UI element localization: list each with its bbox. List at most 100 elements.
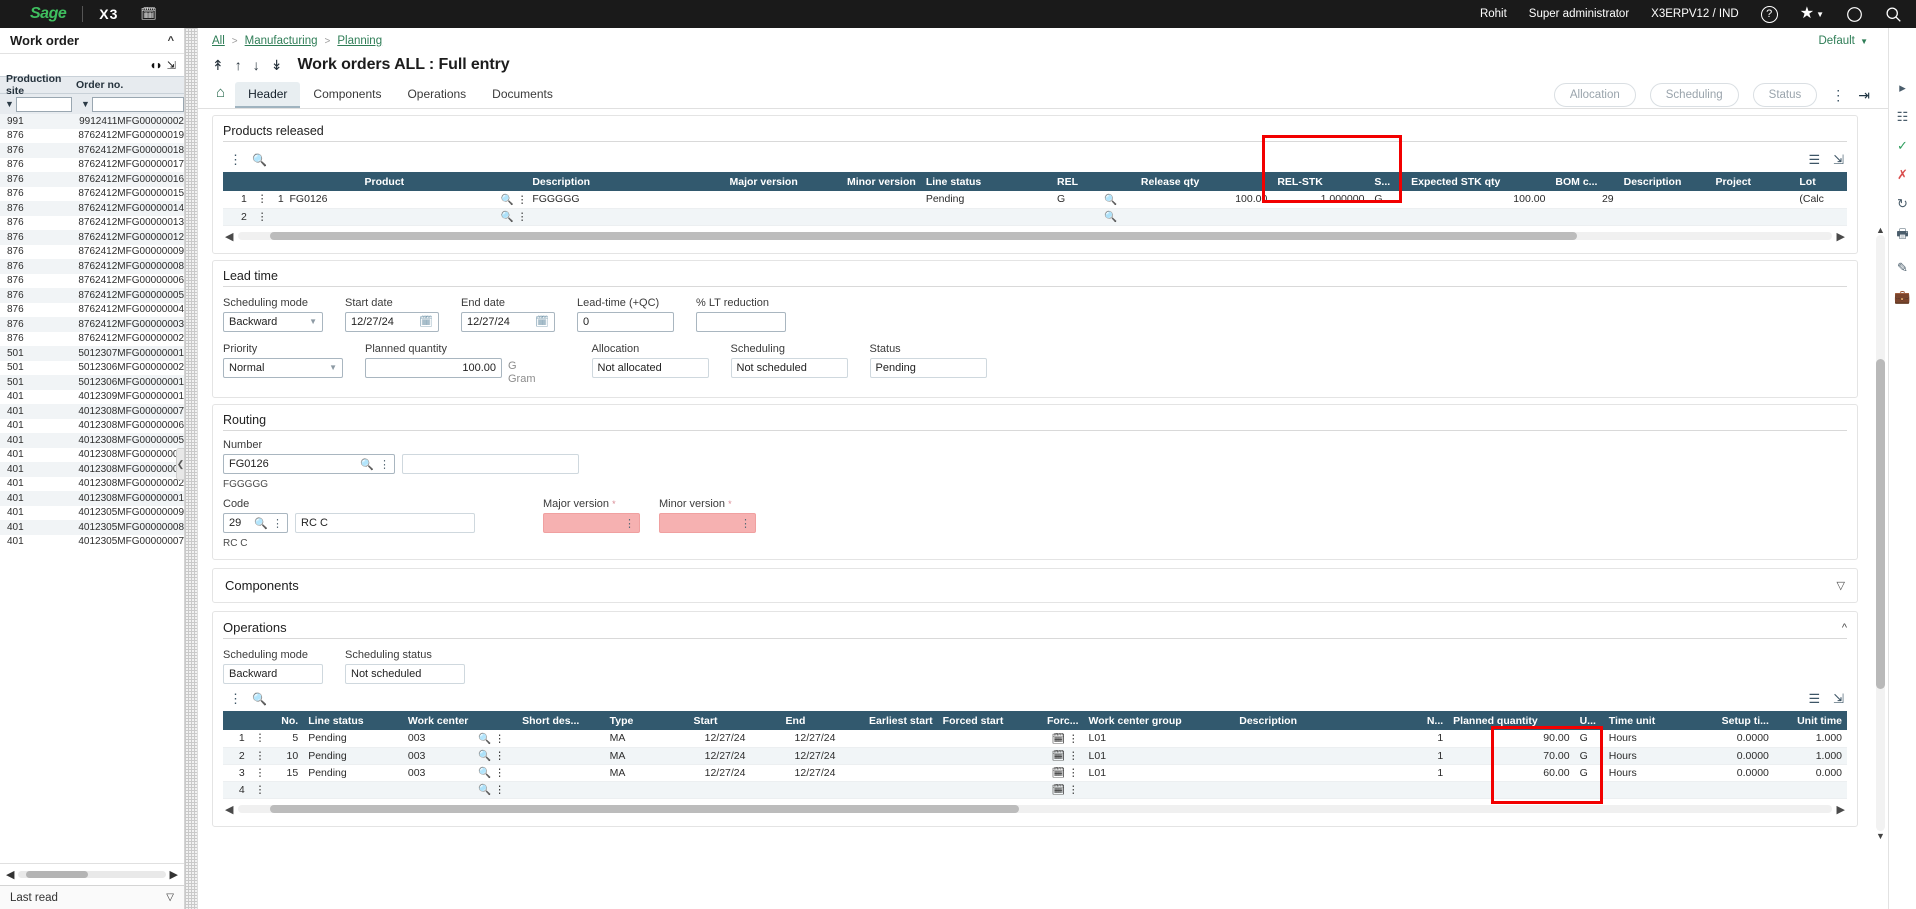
tab-documents[interactable]: Documents [479, 82, 566, 108]
routing-code-name-input[interactable]: RC C [295, 513, 475, 533]
column-header[interactable] [1099, 172, 1136, 191]
view-selector[interactable]: Default ▼ [1818, 35, 1868, 47]
calendar-icon[interactable]: 🗓 [140, 6, 157, 22]
routing-code-input[interactable]: 29 🔍 ⋮ [223, 513, 288, 533]
product-name[interactable]: X3 [99, 6, 118, 22]
row-menu-icon[interactable]: ⋮ [249, 764, 270, 782]
tab-operations[interactable]: Operations [394, 82, 479, 108]
list-item[interactable]: 401 4012308MFG00000007 [0, 404, 184, 419]
list-item[interactable]: 501 5012306MFG00000001 [0, 375, 184, 390]
filter-input-order-no[interactable] [91, 96, 184, 112]
calendar-icon[interactable]: 🗓 [419, 315, 433, 328]
column-header[interactable] [251, 172, 273, 191]
column-header[interactable]: Expected STK qty [1406, 172, 1551, 191]
previous-record-icon[interactable]: ↑ [235, 57, 242, 73]
list-icon[interactable]: ☷ [1897, 109, 1909, 125]
scroll-thumb[interactable] [270, 232, 1577, 240]
search-icon[interactable]: 🔍 [254, 517, 268, 530]
end-date-input[interactable]: 12/27/24 🗓 [461, 311, 555, 332]
column-header[interactable]: Work center [402, 711, 474, 730]
tab-components[interactable]: Components [300, 82, 394, 108]
scroll-right-icon[interactable]: ▶ [170, 868, 178, 881]
list-item[interactable]: 876 8762412MFG00000002 [0, 332, 184, 347]
scroll-right-icon[interactable]: ▶ [1837, 230, 1845, 243]
column-header[interactable]: Minor version [802, 172, 921, 191]
scroll-thumb[interactable] [270, 805, 1020, 813]
chevron-up-icon[interactable]: ^ [1842, 622, 1847, 634]
scheduling-input[interactable]: Not scheduled [730, 357, 848, 378]
column-header[interactable]: Start [660, 711, 751, 730]
planned-quantity-input[interactable]: 100.00 [365, 357, 502, 378]
forced-start-calendar-icon[interactable]: 🗓 ⋮ [1025, 730, 1084, 748]
filter-icon[interactable]: ▼ [0, 99, 16, 109]
column-header[interactable] [223, 711, 250, 730]
list-item[interactable]: 501 5012307MFG00000001 [0, 346, 184, 361]
column-header[interactable]: Product [272, 172, 496, 191]
search-icon[interactable]: 🔍 [252, 692, 267, 706]
rel-lookup-icon[interactable]: 🔍 [1099, 191, 1136, 209]
work-center-lookup-icon[interactable]: 🔍 ⋮ [473, 747, 518, 765]
list-item[interactable]: 401 4012305MFG00000008 [0, 520, 184, 535]
column-header[interactable]: Forced start [937, 711, 1026, 730]
star-icon[interactable]: ★ ▼ [1800, 6, 1824, 22]
allocation-button[interactable]: Allocation [1553, 83, 1636, 107]
last-record-icon[interactable]: ↡ [271, 57, 283, 74]
scroll-left-icon[interactable]: ◀ [225, 230, 233, 243]
components-section[interactable]: Components ▽ [212, 568, 1858, 603]
help-icon[interactable]: ? [1760, 5, 1778, 23]
operations-scheduling-mode-input[interactable]: Backward [223, 664, 323, 684]
start-date-input[interactable]: 12/27/24 🗓 [345, 311, 439, 332]
list-item[interactable]: 401 4012308MFG00000002 [0, 477, 184, 492]
column-header[interactable]: BOM c... [1550, 172, 1619, 191]
work-center-lookup-icon[interactable]: 🔍 ⋮ [473, 730, 518, 748]
column-header[interactable] [473, 711, 518, 730]
scroll-track[interactable] [18, 871, 166, 878]
column-header[interactable]: Type [604, 711, 661, 730]
scheduling-button[interactable]: Scheduling [1649, 83, 1739, 107]
list-item[interactable]: 876 8762412MFG00000015 [0, 187, 184, 202]
list-item[interactable]: 401 4012308MFG00000003 [0, 462, 184, 477]
kebab-menu-icon[interactable]: ⋮ [229, 691, 242, 707]
scroll-track[interactable] [238, 805, 1832, 813]
kebab-menu-icon[interactable]: ⋮ [379, 458, 390, 471]
list-item[interactable]: 876 8762412MFG00000019 [0, 129, 184, 144]
calendar-icon[interactable]: 🗓 [535, 315, 549, 328]
list-item[interactable]: 876 8762412MFG00000006 [0, 274, 184, 289]
column-header[interactable]: No. [269, 711, 304, 730]
table-row[interactable]: 1 ⋮ 5 Pending 003 🔍 ⋮ MA 12/27/24 12/27/24 🗓 ⋮ L01… [223, 730, 1847, 748]
column-header[interactable]: S... [1369, 172, 1407, 191]
list-item[interactable]: 991 9912411MFG00000002 [0, 114, 184, 129]
column-header[interactable]: Forc... [1025, 711, 1084, 730]
exit-icon[interactable]: ⇥ [1858, 87, 1870, 104]
routing-major-version-input[interactable]: ⋮ [543, 513, 640, 533]
scroll-down-icon[interactable]: ▼ [1876, 831, 1885, 841]
list-item[interactable]: 401 4012308MFG00000004 [0, 448, 184, 463]
lead-time-qc-input[interactable]: 0 [577, 311, 674, 332]
list-item[interactable]: 876 8762412MFG00000008 [0, 259, 184, 274]
column-header[interactable]: End [750, 711, 841, 730]
column-header[interactable]: Short des... [517, 711, 605, 730]
scroll-track[interactable] [1876, 235, 1885, 831]
endpoint-label[interactable]: X3ERPV12 / IND [1651, 8, 1739, 20]
list-item[interactable]: 876 8762412MFG00000016 [0, 172, 184, 187]
sage-logo[interactable]: Sage [30, 5, 67, 23]
first-record-icon[interactable]: ↟ [212, 57, 224, 74]
layers-icon[interactable]: ☰ [1808, 691, 1820, 707]
row-menu-icon[interactable]: ⋮ [249, 730, 270, 748]
expand-icon[interactable]: ⇲ [167, 59, 176, 72]
list-item[interactable]: 876 8762412MFG00000003 [0, 317, 184, 332]
scroll-right-icon[interactable]: ▶ [1837, 803, 1845, 816]
column-header[interactable]: Unit time [1773, 711, 1847, 730]
rel-lookup-icon[interactable]: 🔍 [1099, 208, 1136, 226]
row-menu-icon[interactable]: ⋮ [251, 191, 273, 209]
column-header[interactable]: REL [1051, 172, 1100, 191]
kebab-menu-icon[interactable]: ⋮ [740, 517, 751, 530]
search-icon[interactable]: 🔍 [252, 153, 267, 167]
list-item[interactable]: 401 4012308MFG00000006 [0, 419, 184, 434]
kebab-menu-icon[interactable]: ⋮ [229, 152, 242, 168]
print-icon[interactable]: 🖶 [1896, 225, 1908, 247]
kebab-menu-icon[interactable]: ⋮ [272, 517, 283, 530]
column-header-order-no[interactable]: Order no. [76, 79, 123, 91]
next-record-icon[interactable]: ↓ [253, 57, 260, 73]
column-header[interactable]: Release qty [1135, 172, 1273, 191]
